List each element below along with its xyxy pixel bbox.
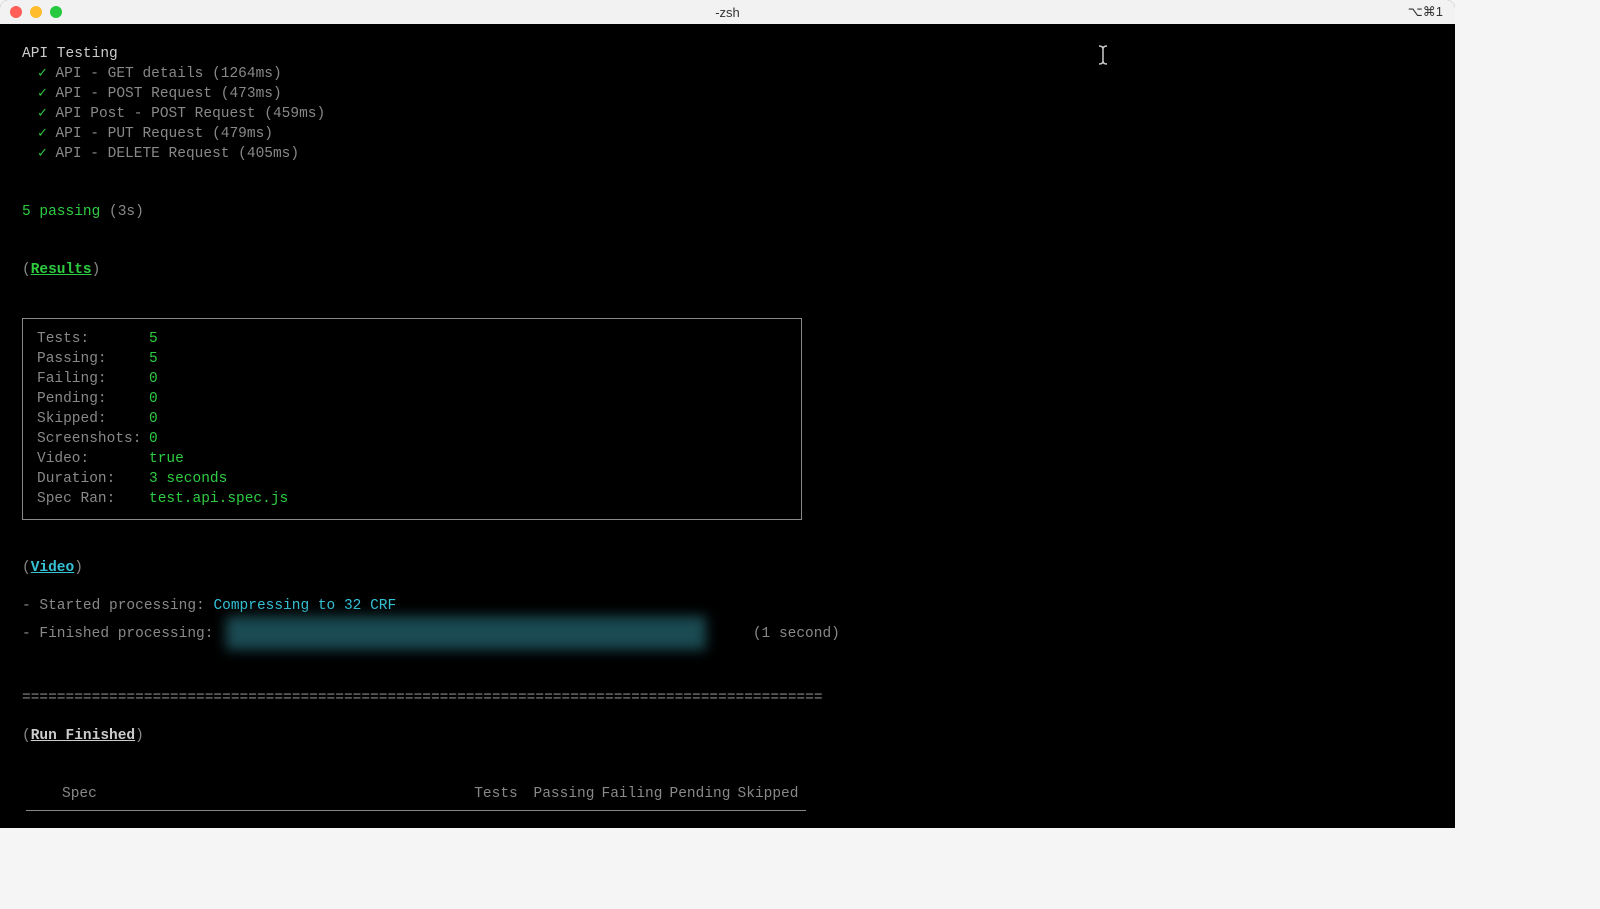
test-line: ✓ API - DELETE Request (405ms) — [22, 144, 1433, 164]
result-label: Failing: — [37, 369, 149, 389]
result-label: Duration: — [37, 469, 149, 489]
video-started-line: - Started processing: Compressing to 32 … — [22, 596, 1433, 616]
passing-time: (3s) — [109, 204, 144, 220]
run-finished-header: (Run Finished) — [22, 726, 1433, 746]
test-name: API - GET details — [55, 66, 203, 82]
video-finished-line: - Finished processing: (1 second) — [22, 616, 1433, 650]
test-name: API - DELETE Request — [55, 146, 229, 162]
test-time: (473ms) — [221, 86, 282, 102]
suite-title: API Testing — [22, 44, 1433, 64]
result-label: Passing: — [37, 349, 149, 369]
passing-summary: 5 passing (3s) — [22, 202, 1433, 222]
results-label: Results — [31, 262, 92, 278]
test-name: API - PUT Request — [55, 126, 203, 142]
maximize-button[interactable] — [50, 6, 62, 18]
video-started-value: Compressing to 32 CRF — [213, 598, 396, 614]
video-label: Video — [31, 560, 75, 576]
th-pending: Pending — [666, 784, 734, 804]
result-value: 0 — [149, 409, 158, 429]
result-value: test.api.spec.js — [149, 489, 288, 509]
result-label: Tests: — [37, 329, 149, 349]
window-shortcut: ⌥⌘1 — [1408, 4, 1443, 20]
result-label: Spec Ran: — [37, 489, 149, 509]
result-value: 5 — [149, 329, 158, 349]
result-value: 0 — [149, 369, 158, 389]
result-row: Skipped:0 — [37, 409, 787, 429]
traffic-lights — [0, 6, 62, 18]
th-skipped: Skipped — [734, 784, 802, 804]
test-line: ✓ API - POST Request (473ms) — [22, 84, 1433, 104]
th-spec: Spec — [62, 784, 462, 804]
result-value: 0 — [149, 389, 158, 409]
test-time: (459ms) — [264, 106, 325, 122]
check-icon: ✓ — [38, 66, 47, 82]
test-time: (405ms) — [238, 146, 299, 162]
th-passing: Passing — [530, 784, 598, 804]
result-row: Duration:3 seconds — [37, 469, 787, 489]
text-cursor-icon — [1095, 44, 1111, 72]
window-title: -zsh — [715, 5, 740, 20]
result-value: true — [149, 449, 184, 469]
check-icon: ✓ — [38, 86, 47, 102]
test-time: (479ms) — [212, 126, 273, 142]
result-row: Tests:5 — [37, 329, 787, 349]
result-row: Spec Ran:test.api.spec.js — [37, 489, 787, 509]
close-button[interactable] — [10, 6, 22, 18]
terminal-window: -zsh ⌥⌘1 API Testing ✓ API - GET details… — [0, 0, 1455, 828]
video-header: (Video) — [22, 558, 1433, 578]
video-finished-duration: (1 second) — [753, 626, 840, 642]
minimize-button[interactable] — [30, 6, 42, 18]
result-label: Video: — [37, 449, 149, 469]
test-time: (1264ms) — [212, 66, 282, 82]
check-icon: ✓ — [38, 146, 47, 162]
th-tests: Tests — [462, 784, 530, 804]
test-name: API - POST Request — [55, 86, 212, 102]
results-header: (Results) — [22, 260, 1433, 280]
result-value: 0 — [149, 429, 158, 449]
result-row: Screenshots:0 — [37, 429, 787, 449]
result-label: Screenshots: — [37, 429, 149, 449]
result-value: 5 — [149, 349, 158, 369]
tests-list: ✓ API - GET details (1264ms)✓ API - POST… — [22, 64, 1433, 164]
result-value: 3 seconds — [149, 469, 227, 489]
video-started-label: Started processing: — [39, 598, 204, 614]
result-label: Pending: — [37, 389, 149, 409]
divider: ========================================… — [22, 688, 822, 708]
passing-count: 5 passing — [22, 204, 100, 220]
run-finished-table-header: Spec Tests Passing Failing Pending Skipp… — [22, 784, 1433, 804]
result-row: Passing:5 — [37, 349, 787, 369]
result-label: Skipped: — [37, 409, 149, 429]
run-finished-table-border — [26, 810, 806, 811]
video-finished-label: Finished processing: — [39, 626, 213, 642]
result-row: Video:true — [37, 449, 787, 469]
test-line: ✓ API - PUT Request (479ms) — [22, 124, 1433, 144]
results-box: Tests:5Passing:5Failing:0Pending:0Skippe… — [22, 318, 802, 520]
redacted-path — [226, 616, 706, 650]
th-failing: Failing — [598, 784, 666, 804]
terminal-content[interactable]: API Testing ✓ API - GET details (1264ms)… — [0, 24, 1455, 828]
run-finished-label: Run Finished — [31, 728, 135, 744]
test-line: ✓ API - GET details (1264ms) — [22, 64, 1433, 84]
result-row: Failing:0 — [37, 369, 787, 389]
check-icon: ✓ — [38, 106, 47, 122]
result-row: Pending:0 — [37, 389, 787, 409]
check-icon: ✓ — [38, 126, 47, 142]
test-name: API Post - POST Request — [55, 106, 255, 122]
titlebar[interactable]: -zsh ⌥⌘1 — [0, 0, 1455, 24]
test-line: ✓ API Post - POST Request (459ms) — [22, 104, 1433, 124]
